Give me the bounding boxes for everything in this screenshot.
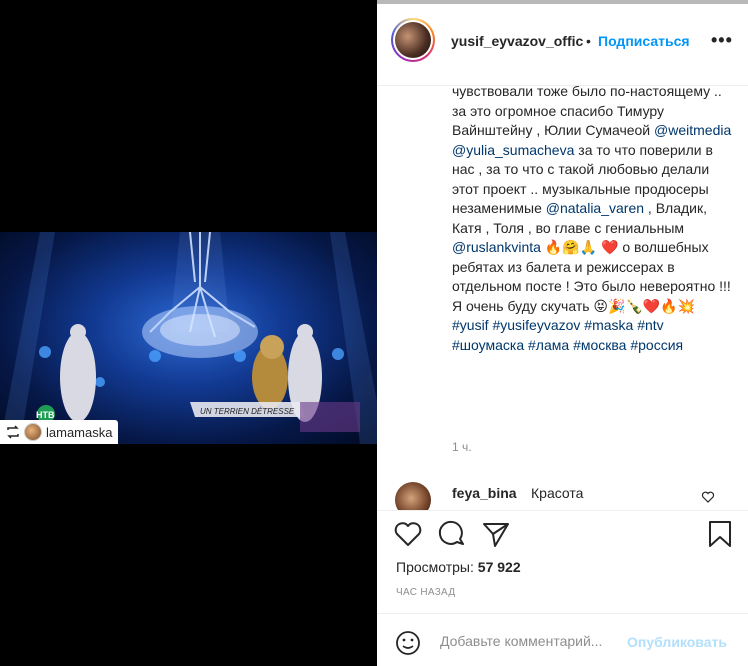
comment-row: feya_bina Красота [377, 478, 748, 510]
caption-link[interactable]: @yulia_sumacheva [452, 142, 574, 158]
repost-username[interactable]: lamamaska [46, 425, 112, 440]
caption-link[interactable]: #россия [630, 337, 683, 353]
post-actions: Просмотры: 57 922 ЧАС НАЗАД Опубликовать [377, 510, 748, 666]
more-options-icon[interactable]: ••• [711, 30, 733, 51]
avatar[interactable] [391, 18, 435, 62]
post-header: yusif_eyvazov_offic • Подписаться ••• [377, 0, 748, 86]
post-username[interactable]: yusif_eyvazov_offic [451, 33, 583, 49]
caption-link[interactable]: #лама [528, 337, 569, 353]
caption-link[interactable]: #yusif [452, 317, 489, 333]
comment-heart-icon[interactable] [701, 490, 715, 504]
caption-link[interactable]: #ntv [637, 317, 663, 333]
video-player[interactable]: UN TERRIEN DÉTRESSE НТВ [0, 232, 377, 444]
caption: чувствовали тоже было по-настоящему .. з… [452, 86, 732, 482]
caption-link[interactable]: @natalia_varen [546, 200, 644, 216]
caption-link[interactable]: #москва [573, 337, 626, 353]
caption-time: 1 ч. [452, 440, 472, 454]
caption-text: чувствовали тоже было по-настоящему .. з… [452, 86, 732, 355]
separator-dot: • [586, 33, 591, 49]
post-timestamp: ЧАС НАЗАД [396, 587, 456, 598]
media-pane: UN TERRIEN DÉTRESSE НТВ lamamaska [0, 0, 377, 666]
publish-button[interactable]: Опубликовать [627, 634, 727, 650]
heart-icon[interactable] [393, 519, 423, 549]
stage-scene: UN TERRIEN DÉTRESSE НТВ [0, 232, 377, 444]
comment-avatar[interactable] [395, 482, 431, 510]
views-number: 57 922 [477, 559, 521, 575]
comment-username[interactable]: feya_bina [452, 485, 517, 501]
overlay-text: UN TERRIEN DÉTRESSE [200, 407, 295, 416]
emoji-icon[interactable] [395, 630, 421, 656]
follow-button[interactable]: Подписаться [598, 33, 690, 49]
comment-input[interactable] [440, 633, 625, 649]
repost-attribution[interactable]: lamamaska [0, 420, 119, 444]
caption-link[interactable]: @weitmedia [654, 122, 731, 138]
comment-text: Красота [531, 485, 584, 501]
caption-link[interactable]: #yusifeyvazov [492, 317, 580, 333]
bookmark-icon[interactable] [705, 519, 735, 549]
top-divider [377, 0, 748, 4]
views-count[interactable]: Просмотры: 57 922 [396, 559, 521, 575]
add-comment-bar: Опубликовать [377, 613, 748, 666]
caption-link[interactable]: #шоумаска [452, 337, 524, 353]
comment-icon[interactable] [437, 519, 467, 549]
share-icon[interactable] [481, 519, 511, 549]
repost-avatar [24, 423, 42, 441]
caption-link[interactable]: #maska [584, 317, 633, 333]
post-panel: yusif_eyvazov_offic • Подписаться ••• чу… [377, 0, 748, 666]
repost-icon [7, 425, 19, 439]
caption-link[interactable]: @ruslankvinta [452, 239, 541, 255]
views-label: Просмотры: [396, 559, 474, 575]
channel-logo: НТВ [36, 410, 55, 420]
